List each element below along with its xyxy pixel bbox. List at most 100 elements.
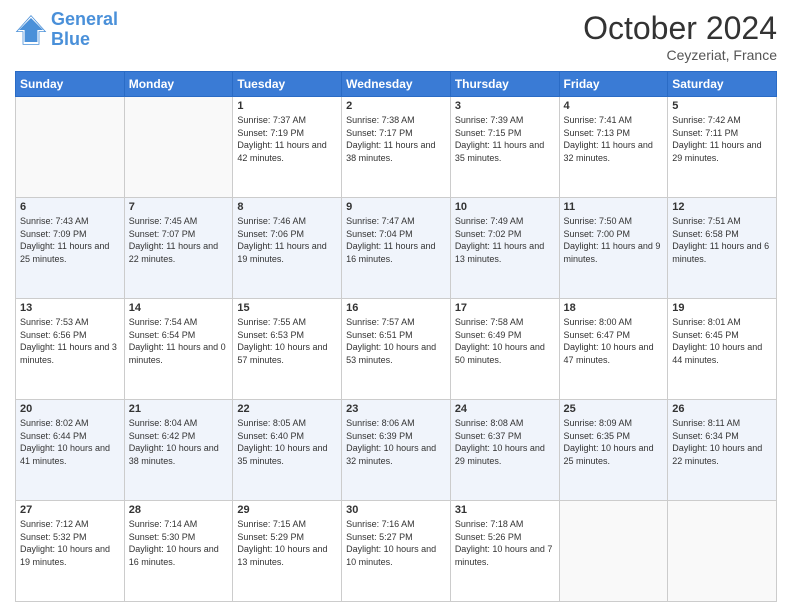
calendar-cell: 10Sunrise: 7:49 AMSunset: 7:02 PMDayligh…	[450, 198, 559, 299]
day-number: 17	[455, 302, 555, 314]
calendar-cell: 7Sunrise: 7:45 AMSunset: 7:07 PMDaylight…	[124, 198, 233, 299]
daylight: Daylight: 10 hours and 41 minutes.	[20, 443, 110, 466]
weekday-header-row: SundayMondayTuesdayWednesdayThursdayFrid…	[16, 72, 777, 97]
sunset: Sunset: 5:30 PM	[129, 532, 196, 542]
day-number: 26	[672, 403, 772, 415]
daylight: Daylight: 11 hours and 13 minutes.	[455, 241, 544, 264]
day-info: Sunrise: 7:37 AMSunset: 7:19 PMDaylight:…	[237, 114, 337, 164]
sunrise: Sunrise: 7:37 AM	[237, 115, 306, 125]
logo-icon	[15, 14, 47, 46]
day-number: 31	[455, 504, 555, 516]
day-number: 13	[20, 302, 120, 314]
day-number: 30	[346, 504, 446, 516]
day-info: Sunrise: 7:15 AMSunset: 5:29 PMDaylight:…	[237, 518, 337, 568]
sunrise: Sunrise: 7:43 AM	[20, 216, 89, 226]
daylight: Daylight: 10 hours and 32 minutes.	[346, 443, 436, 466]
sunset: Sunset: 7:04 PM	[346, 229, 413, 239]
weekday-header-sunday: Sunday	[16, 72, 125, 97]
calendar-cell	[16, 97, 125, 198]
day-number: 10	[455, 201, 555, 213]
sunrise: Sunrise: 7:54 AM	[129, 317, 198, 327]
sunset: Sunset: 6:53 PM	[237, 330, 304, 340]
day-number: 6	[20, 201, 120, 213]
sunset: Sunset: 7:06 PM	[237, 229, 304, 239]
sunrise: Sunrise: 7:38 AM	[346, 115, 415, 125]
day-number: 4	[564, 100, 664, 112]
calendar-cell: 11Sunrise: 7:50 AMSunset: 7:00 PMDayligh…	[559, 198, 668, 299]
calendar-cell: 27Sunrise: 7:12 AMSunset: 5:32 PMDayligh…	[16, 501, 125, 602]
title-block: October 2024 Ceyzeriat, France	[583, 10, 777, 63]
weekday-header-thursday: Thursday	[450, 72, 559, 97]
sunset: Sunset: 6:58 PM	[672, 229, 739, 239]
sunrise: Sunrise: 8:11 AM	[672, 418, 740, 428]
day-info: Sunrise: 7:51 AM Sunset: 6:58 PM Daylight:…	[672, 215, 772, 265]
sunrise: Sunrise: 7:18 AM	[455, 519, 524, 529]
day-info: Sunrise: 8:05 AMSunset: 6:40 PMDaylight:…	[237, 417, 337, 467]
day-info: Sunrise: 7:43 AM Sunset: 7:09 PM Daylight:…	[20, 215, 120, 265]
sunrise: Sunrise: 7:12 AM	[20, 519, 89, 529]
weekday-header-friday: Friday	[559, 72, 668, 97]
daylight: Daylight: 10 hours and 25 minutes.	[564, 443, 654, 466]
daylight: Daylight: 10 hours and 38 minutes.	[129, 443, 219, 466]
day-info: Sunrise: 7:38 AMSunset: 7:17 PMDaylight:…	[346, 114, 446, 164]
day-info: Sunrise: 8:00 AM Sunset: 6:47 PM Daylight:…	[564, 316, 664, 366]
day-info: Sunrise: 7:14 AMSunset: 5:30 PMDaylight:…	[129, 518, 229, 568]
day-number: 24	[455, 403, 555, 415]
calendar-cell: 22Sunrise: 8:05 AMSunset: 6:40 PMDayligh…	[233, 400, 342, 501]
calendar-cell: 4Sunrise: 7:41 AMSunset: 7:13 PMDaylight…	[559, 97, 668, 198]
sunrise: Sunrise: 7:51 AM	[672, 216, 741, 226]
daylight: Daylight: 11 hours and 38 minutes.	[346, 140, 435, 163]
calendar-cell: 23 Sunrise: 8:06 AMSunset: 6:39 PMDayligh…	[342, 400, 451, 501]
sunset: Sunset: 6:47 PM	[564, 330, 631, 340]
weekday-header-tuesday: Tuesday	[233, 72, 342, 97]
sunrise: Sunrise: 8:00 AM	[564, 317, 633, 327]
daylight: Daylight: 11 hours and 6 minutes.	[672, 241, 769, 264]
day-number: 20	[20, 403, 120, 415]
calendar-cell	[124, 97, 233, 198]
day-info: Sunrise: 8:08 AMSunset: 6:37 PMDaylight:…	[455, 417, 555, 467]
calendar-cell: 13 Sunrise: 7:53 AMSunset: 6:56 PMDayligh…	[16, 299, 125, 400]
day-info: Sunrise: 7:55 AMSunset: 6:53 PMDaylight:…	[237, 316, 337, 366]
day-info: Sunrise: 7:39 AMSunset: 7:15 PMDaylight:…	[455, 114, 555, 164]
day-info: Sunrise: 7:53 AMSunset: 6:56 PMDaylight:…	[20, 316, 120, 366]
calendar-cell: 29Sunrise: 7:15 AMSunset: 5:29 PMDayligh…	[233, 501, 342, 602]
daylight: Daylight: 10 hours and 50 minutes.	[455, 342, 545, 365]
sunset: Sunset: 7:00 PM	[564, 229, 631, 239]
sunset: Sunset: 6:49 PM	[455, 330, 522, 340]
daylight: Daylight: 11 hours and 25 minutes.	[20, 241, 109, 264]
sunrise: Sunrise: 8:06 AM	[346, 418, 415, 428]
day-info: Sunrise: 7:54 AMSunset: 6:54 PMDaylight:…	[129, 316, 229, 366]
daylight: Daylight: 11 hours and 19 minutes.	[237, 241, 326, 264]
calendar-cell: 19Sunrise: 8:01 AMSunset: 6:45 PMDayligh…	[668, 299, 777, 400]
day-number: 27	[20, 504, 120, 516]
calendar-cell: 30Sunrise: 7:16 AMSunset: 5:27 PMDayligh…	[342, 501, 451, 602]
daylight: Daylight: 10 hours and 29 minutes.	[455, 443, 545, 466]
sunrise: Sunrise: 7:47 AM	[346, 216, 415, 226]
day-info: Sunrise: 7:47 AMSunset: 7:04 PMDaylight:…	[346, 215, 446, 265]
day-info: Sunrise: 8:06 AMSunset: 6:39 PMDaylight:…	[346, 417, 446, 467]
day-info: Sunrise: 7:46 AM Sunset: 7:06 PM Daylight:…	[237, 215, 337, 265]
day-info: Sunrise: 7:57 AMSunset: 6:51 PMDaylight:…	[346, 316, 446, 366]
day-number: 11	[564, 201, 664, 213]
week-row-1: 1 Sunrise: 7:37 AMSunset: 7:19 PMDaylight…	[16, 97, 777, 198]
weekday-header-saturday: Saturday	[668, 72, 777, 97]
daylight: Daylight: 10 hours and 16 minutes.	[129, 544, 219, 567]
daylight: Daylight: 11 hours and 0 minutes.	[129, 342, 226, 365]
sunset: Sunset: 5:29 PM	[237, 532, 304, 542]
sunset: Sunset: 7:09 PM	[20, 229, 87, 239]
sunrise: Sunrise: 7:46 AM	[237, 216, 306, 226]
day-number: 1	[237, 100, 337, 112]
sunset: Sunset: 6:56 PM	[20, 330, 87, 340]
sunrise: Sunrise: 7:41 AM	[564, 115, 633, 125]
day-number: 25	[564, 403, 664, 415]
daylight: Daylight: 10 hours and 22 minutes.	[672, 443, 762, 466]
day-number: 23	[346, 403, 446, 415]
sunrise: Sunrise: 7:42 AM	[672, 115, 741, 125]
calendar-cell: 25Sunrise: 8:09 AMSunset: 6:35 PMDayligh…	[559, 400, 668, 501]
sunset: Sunset: 6:42 PM	[129, 431, 196, 441]
daylight: Daylight: 10 hours and 47 minutes.	[564, 342, 654, 365]
sunrise: Sunrise: 7:15 AM	[237, 519, 306, 529]
day-info: Sunrise: 8:02 AMSunset: 6:44 PMDaylight:…	[20, 417, 120, 467]
day-number: 15	[237, 302, 337, 314]
day-number: 21	[129, 403, 229, 415]
